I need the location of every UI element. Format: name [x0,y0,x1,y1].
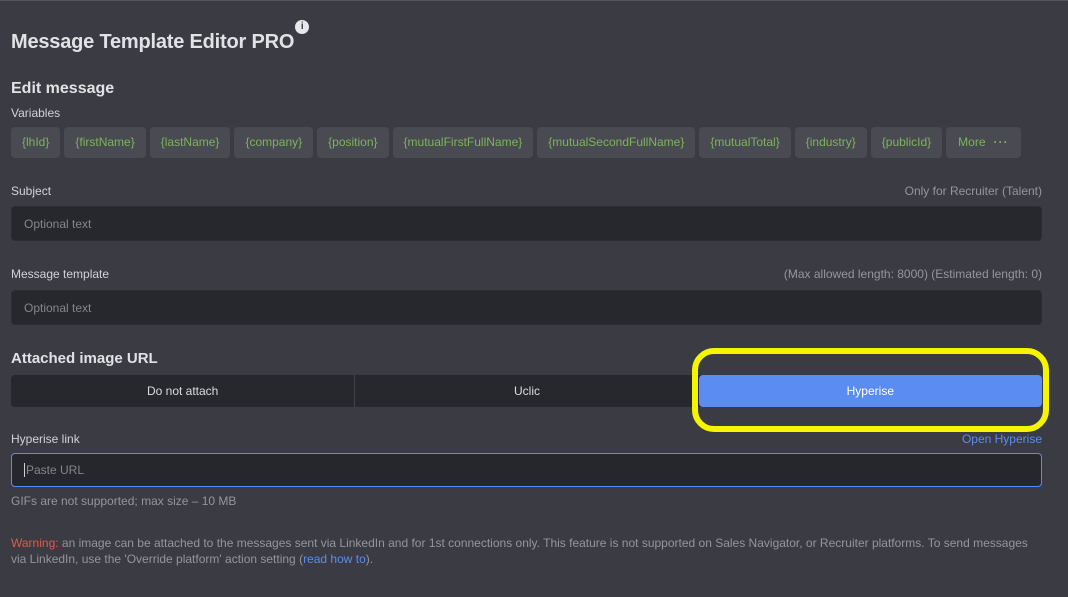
variables-label: Variables [11,106,61,120]
warning-prefix: Warning: [11,536,59,550]
variable-chip-position[interactable]: {position} [317,127,389,158]
edit-message-heading: Edit message [11,80,115,97]
subject-hint: Only for Recruiter (Talent) [904,184,1042,198]
subject-label: Subject [11,184,52,198]
variable-chip-mutualfirstfullname[interactable]: {mutualFirstFullName} [392,127,534,158]
variable-chip-lastname[interactable]: {lastName} [149,127,231,158]
warning-suffix: ). [365,552,374,566]
variable-chip-company[interactable]: {company} [234,127,314,158]
message-template-label: Message template [11,267,110,281]
variables-list: {lhId} {firstName} {lastName} {company} … [11,127,1021,158]
attach-option-selector: Do not attach Uclic Hyperise [11,375,1042,407]
message-template-editor: Message Template Editor PRO i Edit messa… [0,0,1068,597]
more-dots-icon: ··· [993,135,1009,149]
message-placeholder: Optional text [24,300,92,315]
more-variables-button[interactable]: More ··· [946,127,1021,158]
option-do-not-attach[interactable]: Do not attach [11,375,354,407]
text-caret [24,463,25,477]
variable-chip-publicid[interactable]: {publicId} [870,127,943,158]
subject-placeholder: Optional text [24,216,92,231]
message-template-input[interactable]: Optional text [11,290,1042,325]
warning-text: Warning: an image can be attached to the… [11,535,1046,567]
gif-size-note: GIFs are not supported; max size – 10 MB [11,494,237,508]
hyperise-link-label: Hyperise link [11,432,80,446]
attached-image-heading: Attached image URL [11,350,158,367]
option-hyperise[interactable]: Hyperise [698,375,1042,407]
variable-chip-mutualsecondfullname[interactable]: {mutualSecondFullName} [537,127,696,158]
top-divider [0,0,1068,1]
url-placeholder: Paste URL [26,463,85,477]
variable-chip-mutualtotal[interactable]: {mutualTotal} [699,127,791,158]
variable-chip-firstname[interactable]: {firstName} [64,127,146,158]
info-icon[interactable]: i [295,20,310,34]
subject-input[interactable]: Optional text [11,206,1042,241]
open-hyperise-link[interactable]: Open Hyperise [962,432,1042,446]
message-length-hint: (Max allowed length: 8000) (Estimated le… [783,267,1042,281]
more-label: More [958,135,986,149]
read-how-to-link[interactable]: read how to [303,552,366,566]
title-row: Message Template Editor PRO i [11,20,310,54]
variable-chip-lhid[interactable]: {lhId} [11,127,61,158]
warning-body: an image can be attached to the messages… [11,536,1028,566]
option-uclic[interactable]: Uclic [354,375,698,407]
variable-chip-industry[interactable]: {industry} [794,127,867,158]
page-title: Message Template Editor PRO [11,31,295,53]
hyperise-url-input[interactable]: Paste URL [11,453,1042,487]
